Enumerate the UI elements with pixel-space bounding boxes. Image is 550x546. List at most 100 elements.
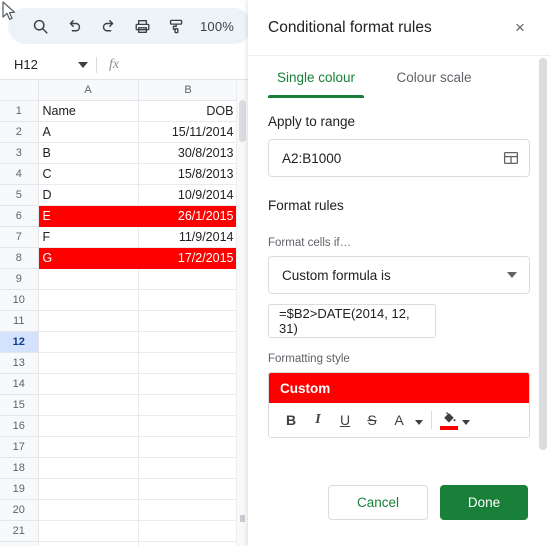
row-header[interactable]: 3	[0, 141, 39, 164]
cell-a19[interactable]	[37, 477, 139, 500]
underline-button[interactable]: U	[333, 407, 357, 433]
cell-b11[interactable]	[137, 309, 239, 332]
name-box[interactable]: H12	[0, 50, 96, 80]
cell-b6[interactable]: 26/1/2015	[137, 204, 239, 227]
chevron-down-icon[interactable]	[507, 272, 517, 278]
row-header[interactable]: 19	[0, 477, 39, 500]
cell-a13[interactable]	[37, 351, 139, 374]
row-header[interactable]: 16	[0, 414, 39, 437]
row-header[interactable]: 13	[0, 351, 39, 374]
cell-b4[interactable]: 15/8/2013	[137, 162, 239, 185]
sheet-grid[interactable]: A B 1 Name DOB 2 A 15/11/2014 3 B 30/8/2013 4 C 15/…	[0, 80, 248, 546]
row-header[interactable]: 17	[0, 435, 39, 458]
chevron-down-icon[interactable]	[78, 61, 88, 68]
row-header[interactable]: 1	[0, 99, 39, 122]
row-header[interactable]: 6	[0, 204, 39, 227]
cell-b9[interactable]	[137, 267, 239, 290]
cell-b12[interactable]	[137, 330, 239, 353]
bold-button[interactable]: B	[279, 407, 303, 433]
cell-a20[interactable]	[37, 498, 139, 521]
cell-a10[interactable]	[37, 288, 139, 311]
print-icon[interactable]	[132, 16, 152, 36]
cell-a22[interactable]	[37, 540, 139, 546]
undo-icon[interactable]	[64, 16, 84, 36]
cell-a18[interactable]	[37, 456, 139, 479]
cell-a12[interactable]	[37, 330, 139, 353]
cell-a3[interactable]: B	[37, 141, 139, 164]
cell-a9[interactable]	[37, 267, 139, 290]
cell-a17[interactable]	[37, 435, 139, 458]
row-header[interactable]: 18	[0, 456, 39, 479]
italic-button[interactable]: I	[306, 407, 330, 433]
row-header[interactable]: 14	[0, 372, 39, 395]
apply-to-range-input[interactable]: A2:B1000	[268, 139, 530, 177]
cell-a5[interactable]: D	[37, 183, 139, 206]
row-header[interactable]: 21	[0, 519, 39, 542]
cell-b15[interactable]	[137, 393, 239, 416]
cell-a11[interactable]	[37, 309, 139, 332]
text-colour-chevron-down-icon[interactable]	[415, 420, 423, 425]
strikethrough-button[interactable]: S	[360, 407, 384, 433]
cell-a2[interactable]: A	[37, 120, 139, 143]
cell-a21[interactable]	[37, 519, 139, 542]
search-icon[interactable]	[30, 16, 50, 36]
row-header[interactable]: 9	[0, 267, 39, 290]
cell-a4[interactable]: C	[37, 162, 139, 185]
cell-b17[interactable]	[137, 435, 239, 458]
tab-colour-scale[interactable]: Colour scale	[386, 56, 482, 98]
row-header[interactable]: 22	[0, 540, 39, 546]
cell-b10[interactable]	[137, 288, 239, 311]
custom-formula-input[interactable]: =$B2>DATE(2014, 12, 31)	[268, 304, 436, 338]
column-header-a[interactable]: A	[37, 80, 139, 101]
row-header[interactable]: 11	[0, 309, 39, 332]
cell-b5[interactable]: 10/9/2014	[137, 183, 239, 206]
cell-a6[interactable]: E	[37, 204, 139, 227]
select-range-grid-icon[interactable]	[503, 150, 519, 166]
fill-colour-button[interactable]	[440, 411, 458, 430]
column-header-b[interactable]: B	[137, 80, 239, 101]
sheet-vertical-scrollbar[interactable]	[239, 100, 246, 142]
cell-a15[interactable]	[37, 393, 139, 416]
sheet-scroll-rail[interactable]	[236, 80, 248, 546]
dialog-actions: Cancel Done	[248, 485, 550, 520]
fill-colour-chevron-down-icon[interactable]	[462, 420, 470, 425]
row-header[interactable]: 10	[0, 288, 39, 311]
row-header[interactable]: 20	[0, 498, 39, 521]
cell-b21[interactable]	[137, 519, 239, 542]
zoom-level[interactable]: 100%	[200, 19, 234, 34]
dialog-vertical-scrollbar[interactable]	[539, 58, 547, 450]
row-header[interactable]: 12	[0, 330, 39, 353]
text-colour-button[interactable]: A	[387, 407, 411, 433]
cell-b18[interactable]	[137, 456, 239, 479]
cell-b7[interactable]: 11/9/2014	[137, 225, 239, 248]
row-header[interactable]: 5	[0, 183, 39, 206]
cell-a8[interactable]: G	[37, 246, 139, 269]
cell-b8[interactable]: 17/2/2015	[137, 246, 239, 269]
cell-b2[interactable]: 15/11/2014	[137, 120, 239, 143]
done-button[interactable]: Done	[440, 485, 528, 520]
tab-single-colour[interactable]: Single colour	[268, 56, 364, 98]
row-header[interactable]: 4	[0, 162, 39, 185]
cell-b13[interactable]	[137, 351, 239, 374]
close-icon[interactable]: ×	[508, 16, 532, 40]
cell-a1[interactable]: Name	[37, 99, 139, 122]
condition-type-select[interactable]: Custom formula is	[268, 256, 530, 294]
redo-icon[interactable]	[98, 16, 118, 36]
cell-a16[interactable]	[37, 414, 139, 437]
cell-b16[interactable]	[137, 414, 239, 437]
cell-b19[interactable]	[137, 477, 239, 500]
cell-b3[interactable]: 30/8/2013	[137, 141, 239, 164]
row-header[interactable]: 2	[0, 120, 39, 143]
cell-a14[interactable]	[37, 372, 139, 395]
row-header[interactable]: 15	[0, 393, 39, 416]
row-header[interactable]: 7	[0, 225, 39, 248]
cell-b14[interactable]	[137, 372, 239, 395]
cell-b1[interactable]: DOB	[137, 99, 239, 122]
select-all-corner[interactable]	[0, 80, 39, 101]
row-header[interactable]: 8	[0, 246, 39, 269]
paint-format-icon[interactable]	[166, 16, 186, 36]
cell-b22[interactable]	[137, 540, 239, 546]
cell-b20[interactable]	[137, 498, 239, 521]
cell-a7[interactable]: F	[37, 225, 139, 248]
cancel-button[interactable]: Cancel	[328, 485, 428, 520]
